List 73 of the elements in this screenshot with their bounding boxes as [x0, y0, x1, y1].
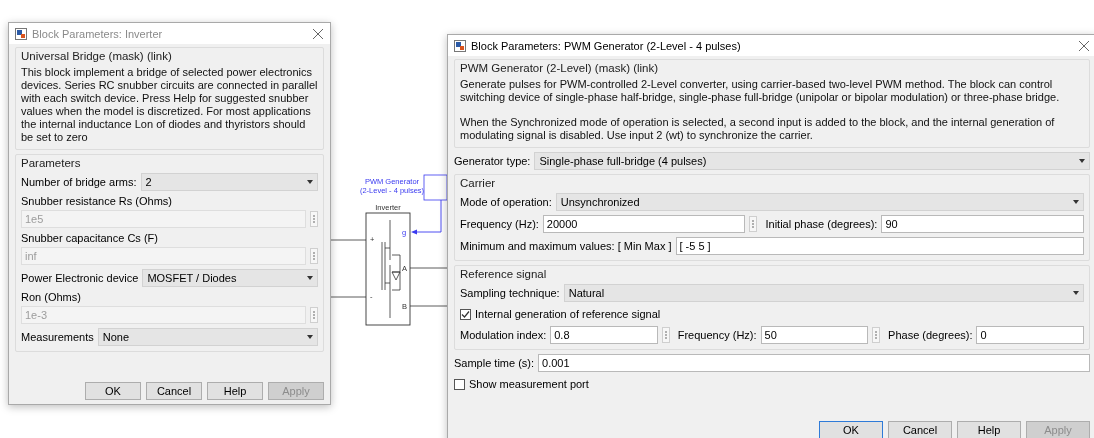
wire — [331, 296, 367, 298]
dialog-button[interactable]: OK — [819, 421, 883, 438]
dropdown[interactable]: MOSFET / Diodes — [142, 269, 318, 287]
dots-icon — [875, 331, 878, 339]
field-label: Snubber resistance Rs (Ohms) — [21, 195, 173, 207]
field-label: Sampling technique: — [460, 287, 560, 299]
dropdown[interactable]: Single-phase full-bridge (4 pulses) — [534, 152, 1090, 170]
input-field[interactable]: [ -5 5 ] — [675, 237, 1084, 255]
close-button[interactable] — [1078, 39, 1090, 52]
field-label: Power Electronic device — [21, 272, 139, 284]
dialog-button[interactable]: Help — [207, 382, 263, 400]
field-label: Measurements — [21, 331, 94, 343]
dialog-button[interactable]: Cancel — [146, 382, 202, 400]
signal-line — [411, 199, 442, 235]
block-icon — [454, 39, 466, 52]
caret-icon — [307, 335, 313, 339]
dots-icon — [664, 331, 667, 339]
parameter-menu-button[interactable] — [749, 216, 758, 232]
field-label: Minimum and maximum values: [ Min Max ] — [460, 240, 672, 252]
wire — [331, 239, 367, 241]
field-label: Frequency (Hz): — [677, 329, 757, 341]
field-label: Modulation index: — [460, 329, 547, 341]
caret-icon — [1073, 291, 1079, 295]
input-field[interactable]: 0.001 — [538, 354, 1090, 372]
caret-icon — [1079, 159, 1085, 163]
field-label: Initial phase (degrees): — [765, 218, 878, 230]
field-label: Sample time (s): — [454, 357, 535, 369]
dialog-button[interactable]: OK — [85, 382, 141, 400]
parameter-menu-button[interactable] — [310, 248, 318, 264]
group-title: Reference signal — [460, 268, 548, 280]
caret-icon — [307, 180, 313, 184]
description-text: Generate pulses for PWM-controlled 2-Level converter, using carrier-based two-level PWM method. The block can control switching device of single-phase half-bridge, single-phase full-bridge (unipolar or bipolar modulation) or three-phase bridge. — [460, 78, 1061, 104]
field-label: Snubber capacitance Cs (F) — [21, 232, 159, 244]
wire — [409, 267, 447, 269]
dropdown[interactable]: Natural — [563, 284, 1084, 302]
close-button[interactable] — [312, 27, 324, 40]
wire — [409, 305, 447, 307]
check-icon — [461, 309, 470, 319]
field-label: Frequency (Hz): — [460, 218, 539, 230]
group-title: PWM Generator (2-Level) (mask) (link) — [460, 62, 660, 74]
field-label: Number of bridge arms: — [21, 176, 137, 188]
checkbox[interactable]: Show measurement port — [454, 376, 1090, 392]
window-title: Block Parameters: PWM Generator (2-Level - 4 pulses) — [471, 39, 742, 52]
input-field[interactable]: 0 — [976, 326, 1084, 344]
field-label: Phase (degrees): — [888, 329, 973, 341]
input-field[interactable]: 50 — [760, 326, 869, 344]
checkbox[interactable]: Internal generation of reference signal — [460, 306, 1084, 322]
dialog-button[interactable]: Cancel — [888, 421, 952, 438]
field-label: Ron (Ohms) — [21, 291, 82, 303]
dropdown[interactable]: Unsynchronized — [555, 193, 1084, 211]
description-text: When the Synchronized mode of operation is selected, a second input is added to the block, and the internal generation of modulating signal is disabled. Use input 2 (wt) to synchronize the carrier. — [460, 116, 1056, 142]
group-title: Carrier — [460, 177, 497, 189]
dropdown[interactable]: None — [97, 328, 318, 346]
parameter-menu-button[interactable] — [310, 307, 318, 323]
field-label: Mode of operation: — [460, 196, 552, 208]
parameter-menu-button[interactable] — [661, 327, 670, 343]
group-title: Universal Bridge (mask) (link) — [21, 50, 173, 62]
dots-icon — [752, 220, 755, 228]
input-field[interactable]: 90 — [881, 215, 1084, 233]
caret-icon — [307, 276, 313, 280]
dialog-button[interactable]: Help — [957, 421, 1021, 438]
description-text: This block implement a bridge of selected power electronics devices. Series RC snubber circuits are connected in parallel with each switch device. Press Help for suggested snubber values when the model is discretized. For most applications the internal inductance Lon of diodes and thyristors should be set to zero — [21, 66, 318, 144]
block-icon — [15, 27, 27, 40]
dropdown[interactable]: 2 — [140, 173, 318, 191]
group-title: Parameters — [21, 157, 82, 169]
input-field[interactable]: 20000 — [542, 215, 746, 233]
parameter-menu-button[interactable] — [872, 327, 881, 343]
window-title: Block Parameters: Inverter — [32, 27, 164, 40]
inverter-block[interactable] — [365, 212, 411, 326]
parameter-menu-button[interactable] — [310, 211, 318, 227]
input-field[interactable]: 0.8 — [550, 326, 658, 344]
caret-icon — [1073, 200, 1079, 204]
field-label: Generator type: — [454, 155, 531, 167]
